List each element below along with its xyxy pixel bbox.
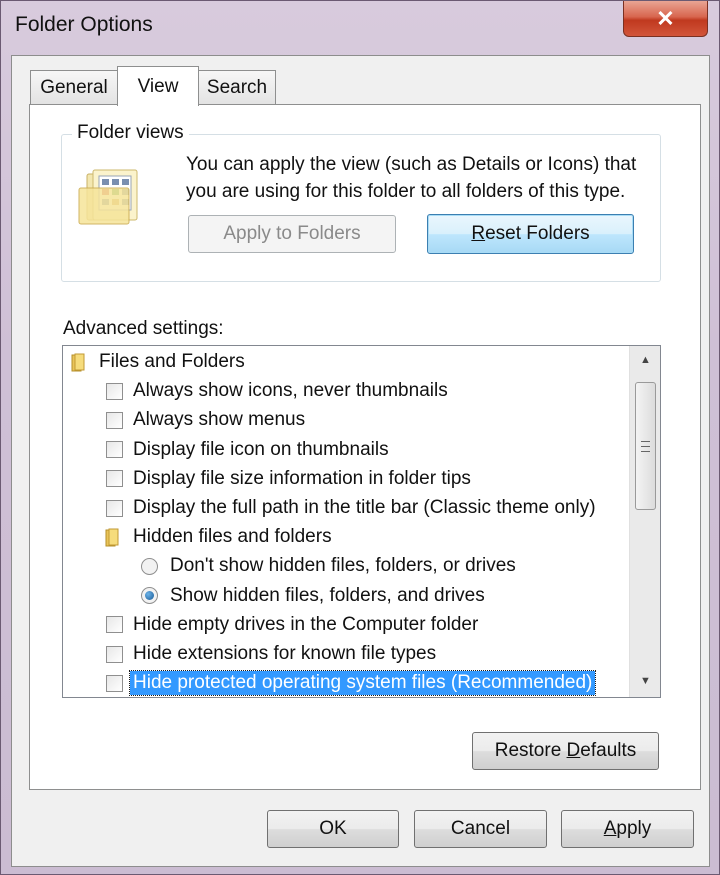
tab-view-label: View	[137, 75, 179, 97]
tree-item-label: Always show menus	[133, 409, 306, 431]
tree-item-label: Display the full path in the title bar (…	[133, 497, 596, 518]
tree-item-label: Files and Folders	[99, 351, 245, 372]
tree-item-label: Hide extensions for known file types	[133, 643, 437, 664]
advanced-settings-tree[interactable]: Files and Folders Always show icons, neve…	[62, 345, 661, 698]
window-title: Folder Options	[15, 13, 153, 36]
scroll-thumb[interactable]	[635, 382, 656, 510]
checkbox[interactable]	[106, 382, 123, 400]
folder-views-description: You can apply the view (such as Details …	[186, 154, 637, 202]
folder-view-icon	[78, 169, 138, 225]
folder-icon	[105, 528, 119, 547]
cancel-button[interactable]: Cancel	[414, 810, 547, 848]
tree-item-label: Display file size information in folder …	[133, 467, 471, 489]
tree-checkbox-row[interactable]: Always show icons, never thumbnails	[106, 377, 448, 405]
folder-views-legend: Folder views	[72, 122, 189, 144]
folder-options-window: Folder Options ✕ General View Search Fol…	[0, 0, 720, 875]
ok-button[interactable]: OK	[267, 810, 399, 848]
tab-view[interactable]: View	[117, 66, 199, 106]
tree-item-label: Don't show hidden files, folders, or dri…	[170, 555, 516, 577]
tree-item-label: Hidden files and folders	[133, 526, 332, 548]
apply-button[interactable]: Apply	[561, 810, 694, 848]
tree-folder-row[interactable]: Files and Folders	[71, 348, 245, 376]
apply-label: Apply	[603, 818, 652, 839]
radio-button[interactable]	[141, 557, 158, 575]
scroll-up-arrow-icon[interactable]: ▲	[630, 348, 660, 372]
tree-radio-row[interactable]: Show hidden files, folders, and drives	[141, 582, 485, 610]
tree-checkbox-row[interactable]: Always show menus	[106, 406, 305, 434]
ok-label: OK	[319, 818, 347, 839]
tree-checkbox-row[interactable]: Hide protected operating system files (R…	[106, 669, 597, 697]
restore-defaults-button[interactable]: Restore Defaults	[472, 732, 659, 770]
vertical-scrollbar[interactable]: ▲ ▼	[629, 346, 660, 697]
checkbox[interactable]	[106, 616, 123, 634]
checkbox[interactable]	[106, 411, 123, 429]
tree-checkbox-row[interactable]: Display the full path in the title bar (…	[106, 494, 596, 522]
tab-search-label: Search	[206, 76, 268, 98]
tree-checkbox-row[interactable]: Hide empty drives in the Computer folder	[106, 611, 478, 639]
tab-general[interactable]: General	[30, 70, 118, 104]
tree-item-label: Hide protected operating system files (R…	[128, 670, 597, 697]
tab-search[interactable]: Search	[198, 70, 276, 104]
tree-folder-row[interactable]: Hidden files and folders	[105, 523, 332, 551]
advanced-settings-label: Advanced settings:	[63, 318, 224, 339]
grip-icon	[641, 440, 650, 452]
restore-defaults-label: Restore Defaults	[494, 740, 637, 761]
apply-to-folders-label: Apply to Folders	[223, 223, 361, 244]
scroll-down-arrow-icon[interactable]: ▼	[630, 669, 660, 693]
cancel-label: Cancel	[450, 818, 511, 839]
tree-item-label: Hide empty drives in the Computer folder	[133, 613, 479, 635]
tree-item-label: Display file icon on thumbnails	[133, 438, 389, 460]
checkbox[interactable]	[106, 674, 123, 692]
checkbox[interactable]	[106, 470, 123, 488]
reset-folders-label: Reset Folders	[471, 223, 590, 244]
apply-to-folders-button[interactable]: Apply to Folders	[188, 215, 396, 253]
folder-icon	[71, 353, 85, 371]
checkbox[interactable]	[106, 441, 123, 459]
tree-checkbox-row[interactable]: Hide extensions for known file types	[106, 640, 436, 668]
reset-folders-button[interactable]: Reset Folders	[427, 214, 634, 254]
close-icon: ✕	[656, 5, 675, 31]
tree-item-label: Show hidden files, folders, and drives	[170, 584, 485, 606]
radio-button[interactable]	[141, 587, 158, 605]
radio-dot	[145, 591, 154, 601]
checkbox[interactable]	[106, 645, 123, 663]
close-button[interactable]: ✕	[623, 1, 708, 37]
tree-checkbox-row[interactable]: Display file size information in folder …	[106, 465, 471, 493]
tree-checkbox-row[interactable]: Display file icon on thumbnails	[106, 436, 389, 464]
tab-general-label: General	[40, 76, 108, 98]
checkbox[interactable]	[106, 499, 123, 517]
tree-item-label: Always show icons, never thumbnails	[133, 380, 448, 402]
tree-radio-row[interactable]: Don't show hidden files, folders, or dri…	[141, 552, 516, 580]
